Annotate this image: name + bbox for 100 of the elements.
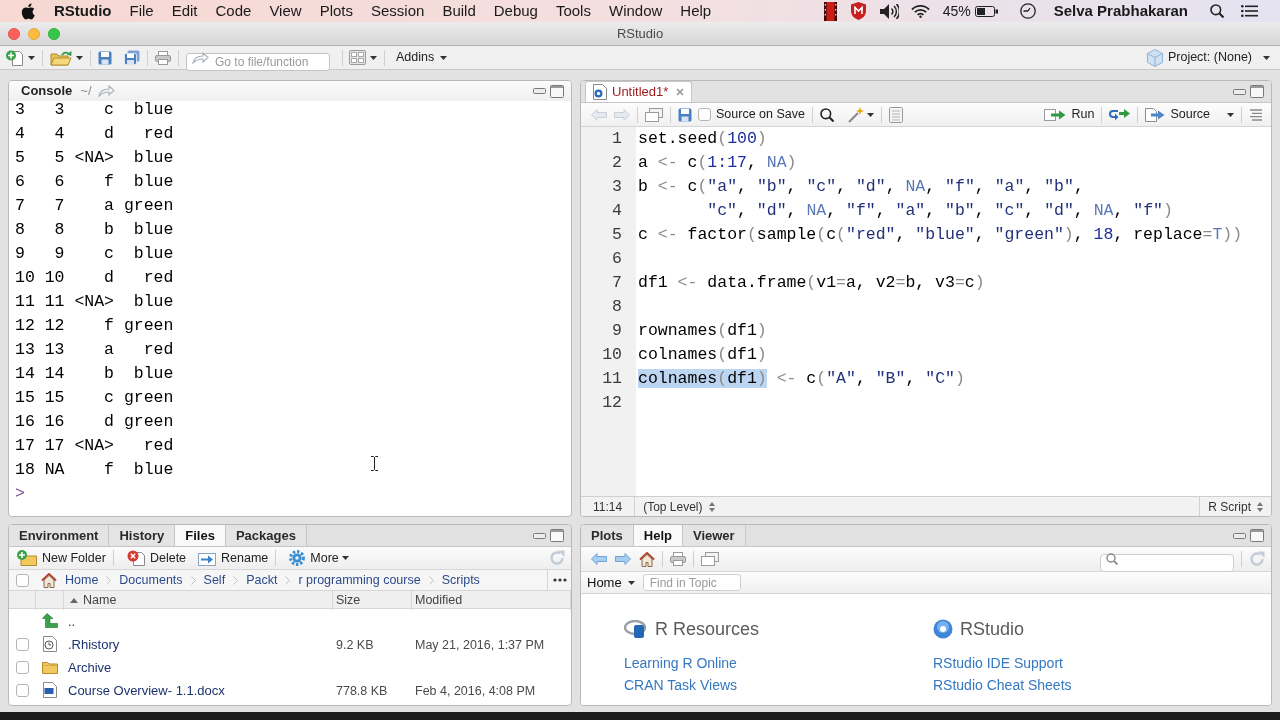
new-folder-button[interactable]: New Folder [14,548,109,568]
zoom-icon[interactable] [48,27,60,40]
ellipsis-icon[interactable] [552,578,567,582]
clock-icon[interactable] [1019,3,1036,19]
file-name[interactable]: .Rhistory [68,637,120,652]
battery-icon[interactable] [974,5,998,17]
select-all-checkbox[interactable] [16,573,29,587]
back-arrow-icon[interactable] [591,553,607,565]
caret-icon[interactable] [341,556,349,560]
pane-tab[interactable]: Files [175,525,226,546]
menu-item[interactable]: View [260,0,311,23]
home-icon[interactable] [41,572,57,588]
go-to-file-field[interactable]: Go to file/function [186,52,330,71]
menu-item[interactable]: Window [599,0,672,23]
app-menu[interactable]: RStudio [54,0,112,23]
menu-item[interactable]: Tools [546,0,600,23]
user-name[interactable]: Selva Prabhakaran [1053,0,1188,23]
column-header[interactable]: Name [64,591,333,610]
breadcrumb-link[interactable]: r programming course [298,570,421,590]
row-checkbox[interactable] [16,637,29,651]
breadcrumb-link[interactable]: Packt [246,570,278,590]
caret-icon[interactable] [370,55,377,60]
save-icon[interactable] [98,50,112,65]
menu-item[interactable]: Build [433,0,485,23]
film-icon[interactable] [823,1,837,21]
close-icon[interactable] [676,88,685,96]
caret-icon[interactable] [1227,112,1234,117]
minimize-icon[interactable] [533,532,546,539]
topic-menu[interactable]: Home [587,573,635,592]
wifi-icon[interactable] [910,4,930,18]
more-menu[interactable]: More [286,548,352,568]
maximize-icon[interactable] [1250,529,1264,542]
list-icon[interactable] [1241,5,1258,17]
help-search-field[interactable] [1100,554,1234,572]
caret-icon[interactable] [627,580,635,585]
run-button[interactable]: Run [1044,104,1095,125]
arrow-icon[interactable] [97,85,115,97]
two-windows-icon[interactable] [645,107,663,122]
curved-arrow-icon[interactable] [1109,107,1131,122]
menu-item[interactable]: Session [362,0,434,23]
help-link[interactable]: RStudio Cheat Sheets [933,674,1072,696]
row-checkbox[interactable] [16,660,29,674]
caret-icon[interactable] [28,55,35,60]
search-icon[interactable] [819,107,834,122]
delete-button[interactable]: Delete [123,548,190,568]
file-name[interactable]: Course Overview- 1.1.docx [68,683,225,698]
menu-item[interactable]: Debug [484,0,547,23]
source-button[interactable]: Source [1145,104,1234,125]
save-all-icon[interactable] [124,50,140,65]
rename-button[interactable]: Rename [195,548,272,568]
caret-icon[interactable] [866,112,874,117]
notebook-icon[interactable] [888,106,903,123]
menu-item[interactable]: Plots [310,0,362,23]
caret-icon[interactable] [440,55,448,60]
minimize-icon[interactable] [1233,532,1246,539]
column-header[interactable]: Size [333,591,412,610]
close-icon[interactable] [8,27,20,40]
help-link[interactable]: RStudio IDE Support [933,652,1063,674]
console-prompt[interactable]: > [15,482,25,506]
menu-item[interactable]: File [120,0,163,23]
apple-icon[interactable] [21,2,35,20]
caret-icon[interactable] [1263,55,1270,60]
minimize-icon[interactable] [533,88,546,94]
row-checkbox[interactable] [16,683,29,697]
checkbox-label[interactable]: Source on Save [716,105,805,124]
breadcrumb-link[interactable]: Documents [119,570,183,590]
scope-selector[interactable]: (Top Level) [635,497,715,516]
pane-tab[interactable]: Help [633,525,683,546]
search-icon[interactable] [1210,4,1224,18]
help-link[interactable]: CRAN Task Views [624,674,738,696]
shield-icon[interactable] [850,2,866,20]
menu-item[interactable]: Edit [162,0,207,23]
maximize-icon[interactable] [550,529,564,542]
project-menu[interactable]: Project: (None) [1146,47,1270,68]
minimize-icon[interactable] [1233,88,1246,95]
maximize-icon[interactable] [1250,85,1264,98]
home-icon[interactable] [639,551,655,567]
menu-item[interactable]: Code [206,0,261,23]
print-icon[interactable] [670,552,686,566]
save-icon[interactable] [678,107,692,122]
breadcrumb-link[interactable]: Home [65,570,99,590]
menu-item[interactable]: Help [671,0,721,23]
pane-title[interactable]: Console [21,81,73,101]
addins-menu[interactable]: Addins [392,47,452,68]
column-header[interactable]: Modified [412,591,571,610]
caret-icon[interactable] [76,55,83,60]
source-on-save-checkbox[interactable] [698,108,711,121]
two-windows-icon[interactable] [701,552,719,566]
breadcrumb-link[interactable]: Scripts [441,570,480,590]
volume-icon[interactable] [879,3,899,19]
maximize-icon[interactable] [550,84,564,98]
editor-tab[interactable]: Untitled1* [585,81,693,102]
file-name[interactable]: .. [68,614,76,629]
forward-arrow-icon[interactable] [615,553,631,565]
lines-icon[interactable] [1249,108,1263,121]
breadcrumb-link[interactable]: Self [203,570,226,590]
print-icon[interactable] [155,50,171,65]
file-type-selector[interactable]: R Script [1199,497,1271,516]
file-name[interactable]: Archive [68,660,112,675]
find-in-topic-field[interactable]: Find in Topic [642,574,741,591]
